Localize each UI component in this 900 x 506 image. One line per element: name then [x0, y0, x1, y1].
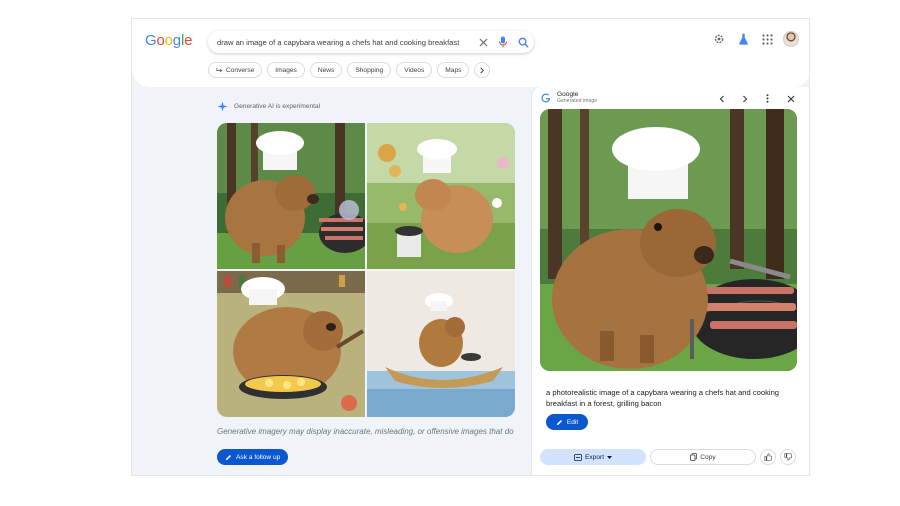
generated-image-grid: [217, 123, 515, 417]
panel-source-name: Google: [557, 91, 579, 98]
gemini-sparkle-icon: [217, 101, 228, 112]
chip-shopping[interactable]: Shopping: [347, 62, 392, 78]
chip-label: News: [317, 66, 335, 74]
previous-image-button[interactable]: [715, 92, 728, 105]
mic-icon[interactable]: [494, 33, 512, 51]
generated-image-1[interactable]: [217, 123, 365, 269]
copy-label: Copy: [700, 453, 716, 461]
close-icon[interactable]: [474, 33, 492, 51]
thumbs-down-button[interactable]: [780, 449, 796, 465]
ai-label-text: Generative AI is experimental: [234, 103, 321, 110]
close-panel-button[interactable]: [784, 92, 797, 105]
labs-icon[interactable]: [735, 31, 751, 47]
chevron-left-icon: [719, 95, 724, 102]
caret-down-icon: [607, 455, 613, 459]
disclaimer-text: Generative imagery may display inaccurat…: [217, 427, 514, 436]
chip-converse[interactable]: Converse: [208, 62, 263, 78]
panel-actions: Export Copy: [540, 449, 796, 465]
chip-label: Shopping: [355, 66, 384, 74]
logo-letter: G: [145, 32, 157, 49]
selected-generated-image[interactable]: [540, 109, 797, 371]
header-actions: [711, 31, 799, 47]
logo-letter: o: [164, 32, 173, 49]
generated-image-3[interactable]: [217, 271, 365, 417]
generated-image-4[interactable]: [367, 271, 515, 417]
avatar[interactable]: [783, 31, 799, 47]
chip-label: Images: [275, 66, 297, 74]
google-logo[interactable]: Google: [145, 32, 192, 49]
chevron-right-icon: [480, 67, 485, 73]
edit-button[interactable]: Edit: [546, 414, 588, 430]
chip-videos[interactable]: Videos: [396, 62, 433, 78]
logo-letter: g: [172, 32, 181, 49]
chip-news[interactable]: News: [309, 62, 343, 78]
export-button[interactable]: Export: [540, 449, 646, 465]
search-box[interactable]: draw an image of a capybara wearing a ch…: [208, 31, 534, 53]
panel-nav: [715, 92, 797, 105]
pencil-icon: [225, 454, 232, 460]
panel-source-text: Google Generated image: [557, 91, 597, 104]
apps-icon[interactable]: [759, 31, 775, 47]
search-icon[interactable]: [514, 33, 532, 51]
export-label: Export: [584, 453, 605, 461]
filter-chips: Converse Images News Shopping Videos Map…: [208, 62, 491, 78]
chip-label: Converse: [226, 66, 255, 74]
follow-up-label: Ask a follow up: [236, 453, 281, 461]
search-input[interactable]: draw an image of a capybara wearing a ch…: [217, 38, 474, 47]
copy-icon: [690, 453, 698, 461]
thumbs-down-icon: [784, 453, 792, 461]
chevron-right-icon: [742, 95, 747, 102]
logo-letter: o: [156, 32, 165, 49]
chip-label: Maps: [445, 66, 462, 74]
google-g-icon: [541, 93, 551, 103]
export-icon: [574, 453, 582, 461]
next-image-button[interactable]: [738, 92, 751, 105]
logo-letter: e: [184, 32, 193, 49]
more-options-button[interactable]: [761, 92, 774, 105]
search-header: Google draw an image of a capybara weari…: [132, 19, 809, 87]
panel-source: Google Generated image: [541, 91, 597, 104]
chip-label: Videos: [404, 66, 425, 74]
thumbs-up-icon: [764, 453, 772, 461]
browser-frame: Google draw an image of a capybara weari…: [131, 18, 810, 476]
close-icon: [787, 95, 794, 102]
converse-arrow-icon: [216, 67, 223, 72]
ai-experimental-label: Generative AI is experimental: [217, 101, 320, 112]
edit-label: Edit: [566, 418, 579, 426]
chip-maps[interactable]: Maps: [437, 62, 470, 78]
generated-image-2[interactable]: [367, 123, 515, 269]
more-vert-icon: [766, 94, 769, 103]
image-caption: a photorealistic image of a capybara wea…: [546, 388, 780, 408]
copy-button[interactable]: Copy: [650, 449, 756, 465]
thumbs-up-button[interactable]: [760, 449, 776, 465]
chips-next-button[interactable]: [474, 62, 491, 78]
ask-follow-up-button[interactable]: Ask a follow up: [217, 449, 289, 465]
pencil-icon: [556, 419, 562, 425]
gear-icon[interactable]: [711, 31, 727, 47]
panel-source-subtitle: Generated image: [557, 98, 598, 105]
image-detail-panel: Google Generated image a photorealistic …: [531, 87, 809, 475]
chip-images[interactable]: Images: [267, 62, 305, 78]
